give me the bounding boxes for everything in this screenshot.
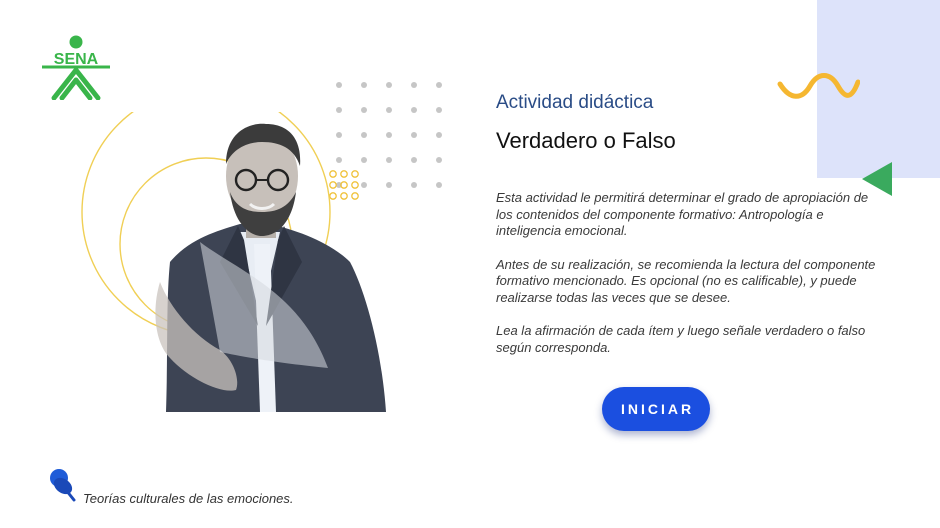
pushpin-icon [50, 469, 76, 502]
description-paragraph: Antes de su realización, se recomienda l… [496, 256, 876, 306]
person-illustration [81, 112, 386, 412]
activity-kicker: Actividad didáctica [496, 92, 654, 113]
activity-title: Verdadero o Falso [496, 128, 676, 153]
squiggle-decoration [777, 73, 860, 99]
svg-text:SENA: SENA [54, 51, 99, 68]
description-paragraph: Lea la afirmación de cada ítem y luego s… [496, 323, 866, 355]
sena-logo: SENA [42, 35, 110, 100]
description-paragraph: Esta actividad le permitirá determinar e… [496, 190, 869, 239]
footer-note: Teorías culturales de las emociones. [83, 491, 294, 506]
start-button[interactable]: INICIAR [602, 387, 710, 431]
activity-description: Esta actividad le permitirá determinar e… [496, 190, 888, 373]
